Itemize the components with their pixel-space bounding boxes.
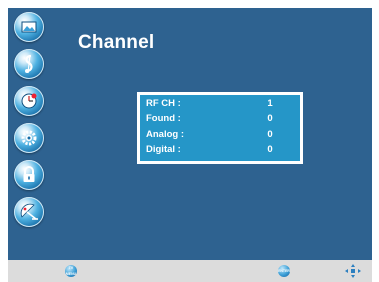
enter-button-label: ENTER — [278, 269, 290, 273]
info-value: 0 — [267, 144, 273, 155]
info-row-analog: Analog : 0 — [146, 129, 296, 143]
info-label: Analog : — [146, 129, 184, 140]
sidebar-item-picture[interactable] — [14, 12, 44, 42]
music-note-icon — [25, 54, 33, 74]
sidebar-item-sound[interactable] — [14, 49, 44, 79]
screen: Channel RF CH: 1 Found: 0 Analog: 0 D… — [0, 0, 379, 282]
info-label: Digital : — [146, 144, 181, 155]
page-title: Channel — [78, 32, 155, 53]
satellite-dish-icon — [20, 203, 38, 220]
info-value: 0 — [267, 113, 273, 124]
info-row-rf-ch: RF CH : 1 — [146, 98, 296, 112]
info-label: Found : — [146, 113, 181, 124]
gear-icon — [21, 130, 37, 146]
info-row-found: Found : 0 — [146, 113, 296, 127]
navigation-arrows-icon — [345, 264, 361, 278]
scan-info-box: RF CH : 1 Found : 0 Analog : 0 Digital :… — [137, 92, 303, 164]
picture-icon — [21, 21, 37, 33]
enter-button[interactable]: ENTER — [278, 265, 290, 277]
info-value: 1 — [267, 98, 273, 109]
sidebar-item-time[interactable] — [14, 86, 44, 116]
lock-icon — [23, 166, 35, 182]
sidebar-item-channel[interactable] — [14, 197, 44, 227]
info-row-digital: Digital : 0 — [146, 144, 296, 158]
menu-button-label: MENU — [65, 272, 77, 276]
info-value: 0 — [267, 129, 273, 140]
clock-icon — [21, 93, 37, 109]
info-label: RF CH : — [146, 98, 181, 109]
menu-button[interactable]: TV MENU — [65, 265, 77, 277]
sidebar-item-lock[interactable] — [14, 160, 44, 190]
sidebar-item-setup[interactable] — [14, 123, 44, 153]
scan-info-panel: RF CH : 1 Found : 0 Analog : 0 Digital :… — [140, 95, 300, 161]
footer-bar: TV MENU ENTER — [8, 260, 372, 282]
